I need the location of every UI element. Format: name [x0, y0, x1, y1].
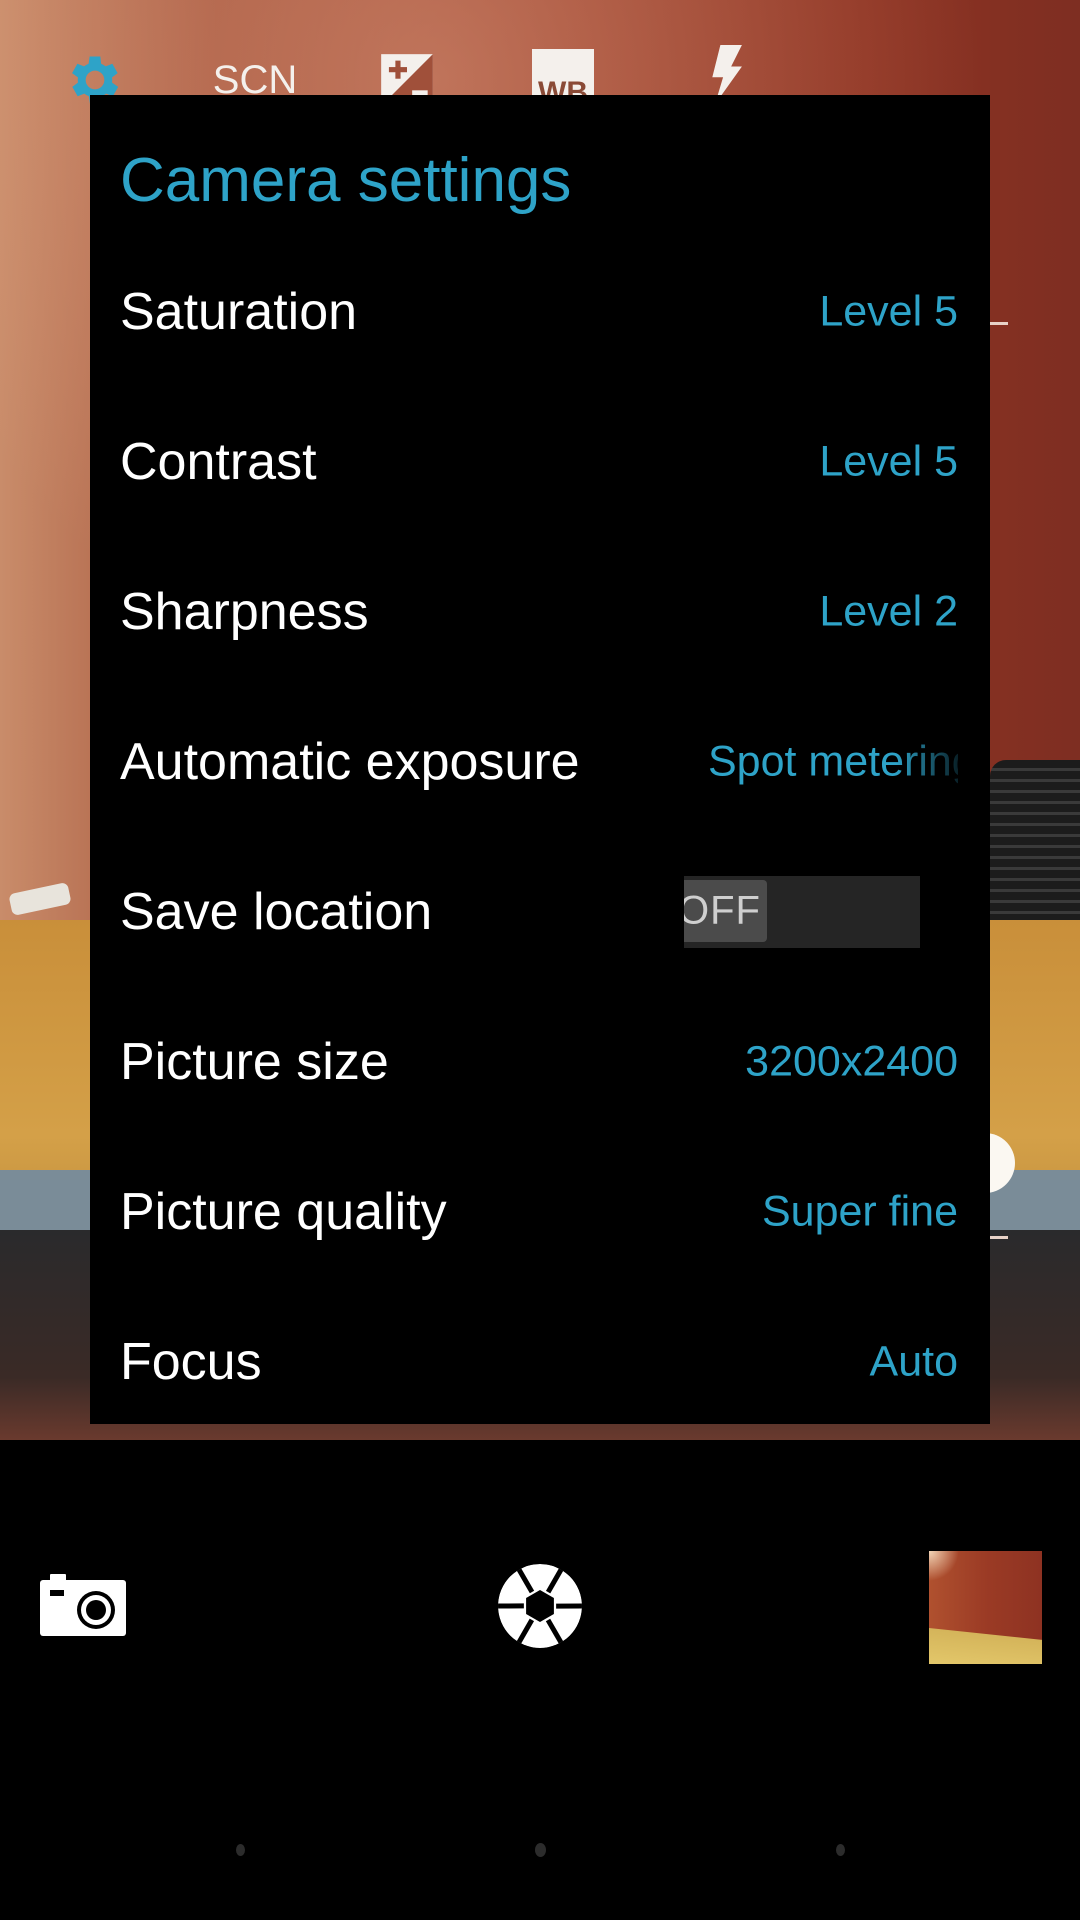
zoom-slider-top-tick: [990, 322, 1008, 325]
setting-saturation[interactable]: Saturation Level 5: [90, 237, 990, 387]
setting-value: 3200x2400: [745, 1037, 958, 1086]
panel-title: Camera settings: [120, 146, 572, 215]
thumbnail-highlight: [929, 1551, 959, 1581]
preview-object: [8, 882, 72, 916]
setting-value: Spot metering: [708, 737, 958, 786]
setting-label: Save location: [120, 883, 433, 941]
camera-settings-panel: Camera settings Saturation Level 5 Contr…: [90, 95, 990, 1424]
setting-label: Picture size: [120, 1033, 389, 1091]
last-photo-thumbnail[interactable]: [929, 1551, 1042, 1664]
setting-save-location: Save location OFF: [90, 837, 990, 987]
setting-contrast[interactable]: Contrast Level 5: [90, 387, 990, 537]
shutter-aperture-icon: [498, 1564, 582, 1648]
setting-picture-quality[interactable]: Picture quality Super fine: [90, 1137, 990, 1287]
setting-label: Automatic exposure: [120, 733, 580, 791]
nav-dot-right[interactable]: [836, 1844, 845, 1856]
setting-label: Picture quality: [120, 1183, 447, 1241]
nav-dot-center[interactable]: [535, 1843, 546, 1857]
setting-label: Contrast: [120, 433, 317, 491]
zoom-slider-bottom-tick: [990, 1236, 1008, 1239]
setting-automatic-exposure[interactable]: Automatic exposure Spot metering: [90, 687, 990, 837]
setting-label: Saturation: [120, 283, 358, 341]
setting-value: Auto: [869, 1337, 958, 1386]
setting-value: Level 2: [819, 587, 958, 636]
setting-sharpness[interactable]: Sharpness Level 2: [90, 537, 990, 687]
shutter-button[interactable]: [496, 1562, 584, 1650]
nav-dot-left[interactable]: [236, 1844, 245, 1856]
thumbnail-table: [929, 1628, 1042, 1664]
toggle-thumb: OFF: [684, 880, 767, 942]
camera-mode-button[interactable]: [40, 1574, 126, 1636]
save-location-toggle[interactable]: OFF: [684, 876, 920, 948]
setting-label: Sharpness: [120, 583, 369, 641]
camera-mode-icon: [40, 1574, 126, 1636]
setting-value: Super fine: [761, 1187, 958, 1236]
setting-focus[interactable]: Focus Auto: [90, 1287, 990, 1437]
setting-value: Level 5: [819, 437, 958, 486]
setting-label: Focus: [120, 1333, 262, 1391]
setting-picture-size[interactable]: Picture size 3200x2400: [90, 987, 990, 1137]
setting-value: Level 5: [819, 287, 958, 336]
toggle-state-label: OFF: [684, 888, 761, 933]
